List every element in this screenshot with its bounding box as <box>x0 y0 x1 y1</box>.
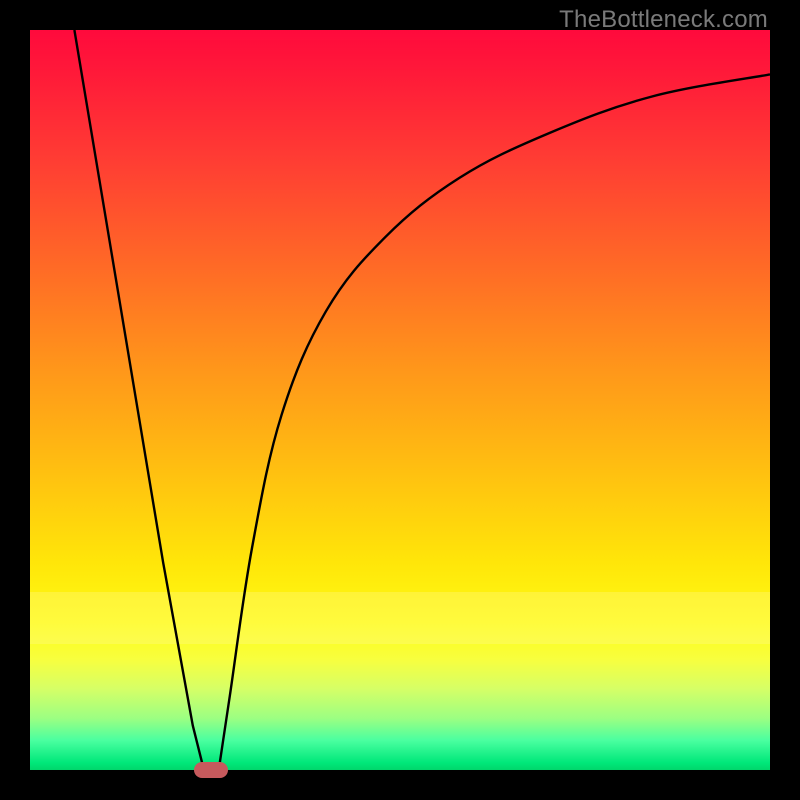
chart-frame: TheBottleneck.com <box>0 0 800 800</box>
plot-area <box>30 30 770 770</box>
background-gradient <box>30 30 770 770</box>
